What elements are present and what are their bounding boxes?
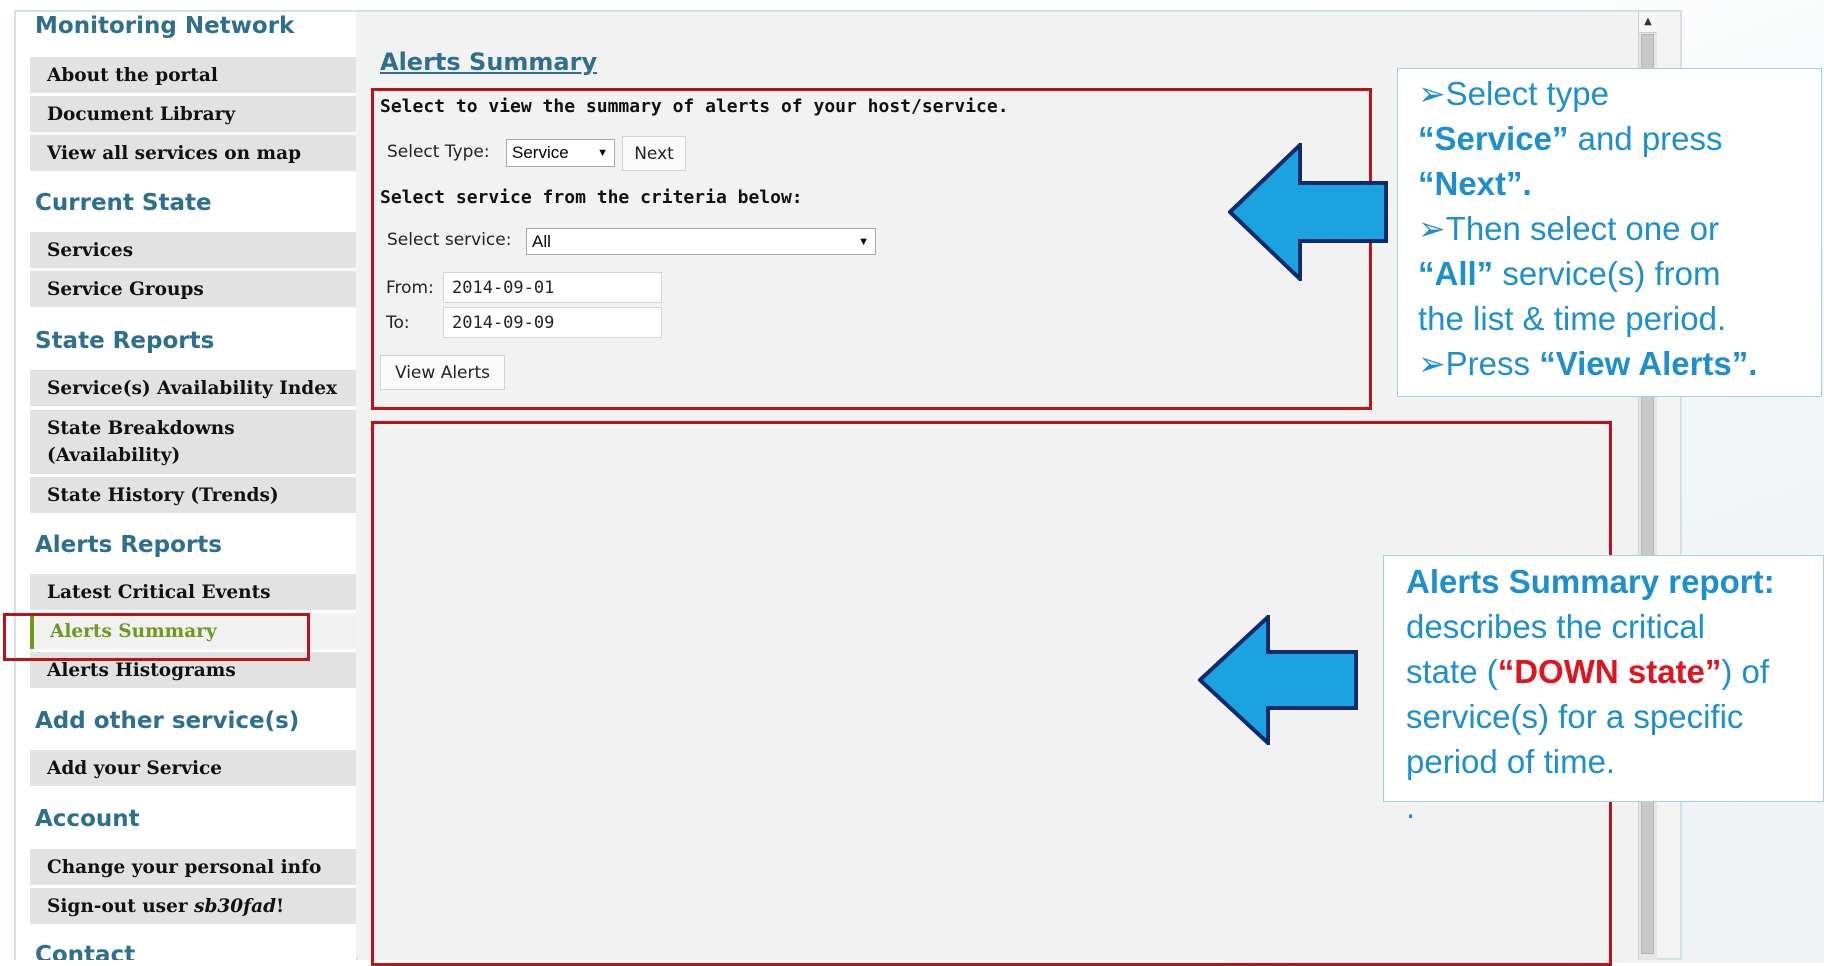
section-account: Account <box>35 806 140 832</box>
sidebar-item-state-history[interactable]: State History (Trends) <box>30 477 356 513</box>
signout-suffix: ! <box>276 895 285 917</box>
left-arrow-icon <box>1198 615 1358 745</box>
callout2-heading: Alerts Summary report: <box>1406 563 1775 600</box>
callout1-all-bold: “All” <box>1418 255 1494 292</box>
callout1-line6: the list & time period. <box>1418 300 1727 337</box>
callout2-line3-pre: state ( <box>1406 653 1498 690</box>
callout1-next-bold: “Next”. <box>1418 165 1532 202</box>
sidebar-item-latest-critical-events[interactable]: Latest Critical Events <box>30 574 356 610</box>
callout-instructions: ➢Select type “Service” and press “Next”.… <box>1397 68 1822 397</box>
callout1-line7: Press <box>1445 345 1540 382</box>
bullet-icon: ➢ <box>1418 210 1446 247</box>
callout2-line3-post: ) of <box>1721 653 1770 690</box>
sidebar-item-services[interactable]: Services <box>30 232 356 268</box>
bullet-icon: ➢ <box>1418 75 1446 112</box>
sidebar-item-availability-index[interactable]: Service(s) Availability Index <box>30 370 356 406</box>
sidebar-item-view-map[interactable]: View all services on map <box>30 135 356 171</box>
section-add-other-services: Add other service(s) <box>35 708 300 734</box>
state-breakdowns-line2: (Availability) <box>47 445 181 466</box>
section-contact: Contact <box>35 942 136 960</box>
highlight-alerts-summary-nav <box>3 613 310 661</box>
section-current-state: Current State <box>35 190 212 216</box>
section-state-reports: State Reports <box>35 328 215 354</box>
callout2-line6: . <box>1406 788 1416 825</box>
sidebar-item-document-library[interactable]: Document Library <box>30 96 356 132</box>
callout1-line5: service(s) from <box>1493 255 1721 292</box>
sidebar-item-sign-out[interactable]: Sign-out user sb30fad! <box>30 888 356 924</box>
page-title[interactable]: Alerts Summary <box>380 48 597 76</box>
left-arrow-icon <box>1228 143 1388 281</box>
scroll-up-arrow-icon[interactable]: ▲ <box>1639 12 1657 33</box>
callout1-view-alerts-bold: “View Alerts”. <box>1539 345 1758 382</box>
state-breakdowns-line1: State Breakdowns <box>47 418 235 439</box>
callout2-line4: service(s) for a specific <box>1406 698 1744 735</box>
bullet-icon: ➢ <box>1418 345 1446 382</box>
callout2-line2: describes the critical <box>1406 608 1705 645</box>
callout1-line2: and press <box>1568 120 1723 157</box>
signout-username: sb30fad <box>194 895 277 917</box>
section-monitoring-network: Monitoring Network <box>35 13 295 39</box>
sidebar-item-service-groups[interactable]: Service Groups <box>30 271 356 307</box>
callout1-service-bold: “Service” <box>1418 120 1569 157</box>
sidebar-item-state-breakdowns[interactable]: State Breakdowns (Availability) <box>30 410 356 474</box>
callout2-line5: period of time. <box>1406 743 1616 780</box>
callout1-line4: Then select one or <box>1445 210 1719 247</box>
section-alerts-reports: Alerts Reports <box>35 532 222 558</box>
callout1-line1: Select type <box>1445 75 1609 112</box>
signout-prefix: Sign-out user <box>47 895 195 917</box>
highlight-form-box <box>371 88 1372 410</box>
sidebar-item-change-info[interactable]: Change your personal info <box>30 849 356 885</box>
sidebar: Monitoring Network About the portal Docu… <box>16 12 356 960</box>
sidebar-item-add-service[interactable]: Add your Service <box>30 750 356 786</box>
callout2-down-state: “DOWN state” <box>1497 653 1722 690</box>
callout-report-description: Alerts Summary report: describes the cri… <box>1383 555 1824 825</box>
sidebar-item-about[interactable]: About the portal <box>30 57 356 93</box>
